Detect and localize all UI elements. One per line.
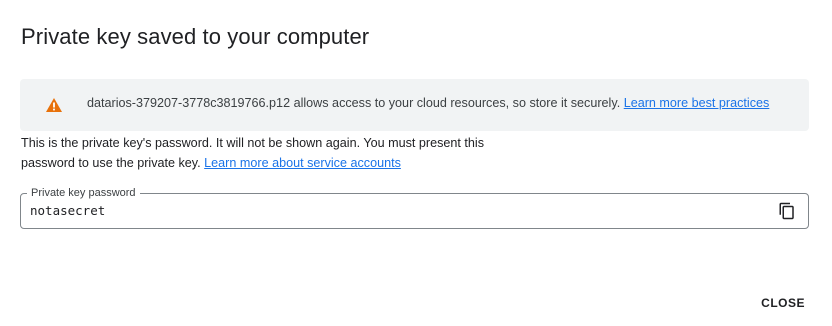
private-key-dialog: Private key saved to your computer datar… xyxy=(0,0,832,326)
warning-message: datarios-379207-3778c3819766.p12 allows … xyxy=(87,96,621,110)
password-info-line1: This is the private key's password. It w… xyxy=(21,136,485,150)
password-info: This is the private key's password. It w… xyxy=(21,133,521,173)
copy-icon[interactable] xyxy=(778,202,796,220)
password-info-line2-container: password to use the private key. Learn m… xyxy=(21,153,521,173)
private-key-password-input[interactable] xyxy=(30,194,730,228)
learn-more-best-practices-link[interactable]: Learn more best practices xyxy=(624,96,770,110)
password-info-line2: password to use the private key. xyxy=(21,156,201,170)
dialog-title: Private key saved to your computer xyxy=(21,24,370,49)
warning-banner: datarios-379207-3778c3819766.p12 allows … xyxy=(20,79,809,131)
close-button[interactable]: CLOSE xyxy=(761,296,805,310)
warning-icon xyxy=(46,98,62,112)
learn-more-service-accounts-link[interactable]: Learn more about service accounts xyxy=(204,156,401,170)
warning-message-container: datarios-379207-3778c3819766.p12 allows … xyxy=(87,96,769,110)
private-key-password-field: Private key password xyxy=(20,186,809,229)
